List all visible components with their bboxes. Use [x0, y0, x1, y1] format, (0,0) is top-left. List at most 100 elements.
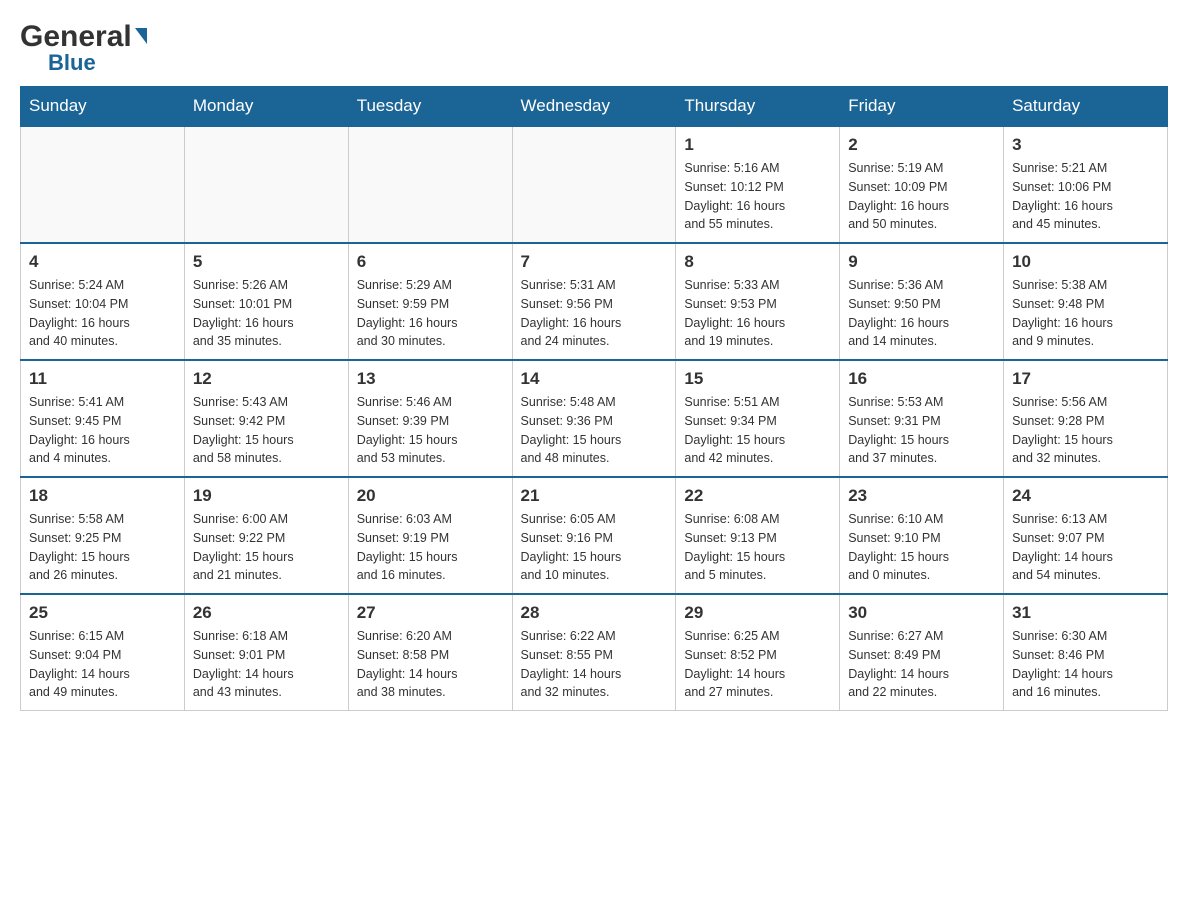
logo-general-text: General — [20, 20, 132, 54]
calendar-day-cell: 18 Sunrise: 5:58 AMSunset: 9:25 PMDayligh… — [21, 477, 185, 594]
calendar-day-cell: 5Sunrise: 5:26 AMSunset: 10:01 PMDayligh… — [184, 243, 348, 360]
day-info: Sunrise: 5:31 AMSunset: 9:56 PMDaylight:… — [521, 276, 668, 351]
day-number: 11 — [29, 369, 176, 389]
day-number: 14 — [521, 369, 668, 389]
calendar-day-cell: 26 Sunrise: 6:18 AMSunset: 9:01 PMDayligh… — [184, 594, 348, 711]
calendar-day-cell: 16 Sunrise: 5:53 AMSunset: 9:31 PMDayligh… — [840, 360, 1004, 477]
calendar-header-sunday: Sunday — [21, 86, 185, 127]
day-info: Sunrise: 5:24 AMSunset: 10:04 PMDaylight… — [29, 276, 176, 351]
day-info: Sunrise: 5:51 AMSunset: 9:34 PMDaylight:… — [684, 393, 831, 468]
calendar-week-row: 18 Sunrise: 5:58 AMSunset: 9:25 PMDayligh… — [21, 477, 1168, 594]
calendar-day-cell: 8 Sunrise: 5:33 AMSunset: 9:53 PMDaylight… — [676, 243, 840, 360]
day-number: 27 — [357, 603, 504, 623]
day-info: Sunrise: 6:13 AMSunset: 9:07 PMDaylight:… — [1012, 510, 1159, 585]
calendar-day-cell: 3 Sunrise: 5:21 AMSunset: 10:06 PMDayligh… — [1004, 127, 1168, 244]
calendar-day-cell: 28 Sunrise: 6:22 AMSunset: 8:55 PMDayligh… — [512, 594, 676, 711]
calendar-table: SundayMondayTuesdayWednesdayThursdayFrid… — [20, 86, 1168, 711]
day-number: 20 — [357, 486, 504, 506]
day-info: Sunrise: 6:15 AMSunset: 9:04 PMDaylight:… — [29, 627, 176, 702]
calendar-day-cell — [348, 127, 512, 244]
calendar-day-cell: 2 Sunrise: 5:19 AMSunset: 10:09 PMDayligh… — [840, 127, 1004, 244]
day-info: Sunrise: 6:03 AMSunset: 9:19 PMDaylight:… — [357, 510, 504, 585]
day-info: Sunrise: 5:48 AMSunset: 9:36 PMDaylight:… — [521, 393, 668, 468]
day-info: Sunrise: 6:08 AMSunset: 9:13 PMDaylight:… — [684, 510, 831, 585]
day-number: 16 — [848, 369, 995, 389]
calendar-day-cell: 31 Sunrise: 6:30 AMSunset: 8:46 PMDayligh… — [1004, 594, 1168, 711]
day-number: 26 — [193, 603, 340, 623]
day-info: Sunrise: 6:30 AMSunset: 8:46 PMDaylight:… — [1012, 627, 1159, 702]
calendar-day-cell — [184, 127, 348, 244]
day-info: Sunrise: 5:43 AMSunset: 9:42 PMDaylight:… — [193, 393, 340, 468]
day-info: Sunrise: 5:33 AMSunset: 9:53 PMDaylight:… — [684, 276, 831, 351]
day-info: Sunrise: 6:25 AMSunset: 8:52 PMDaylight:… — [684, 627, 831, 702]
calendar-day-cell: 22 Sunrise: 6:08 AMSunset: 9:13 PMDayligh… — [676, 477, 840, 594]
calendar-header-wednesday: Wednesday — [512, 86, 676, 127]
day-number: 8 — [684, 252, 831, 272]
day-number: 23 — [848, 486, 995, 506]
day-number: 1 — [684, 135, 831, 155]
calendar-day-cell: 21Sunrise: 6:05 AMSunset: 9:16 PMDayligh… — [512, 477, 676, 594]
calendar-day-cell: 6 Sunrise: 5:29 AMSunset: 9:59 PMDaylight… — [348, 243, 512, 360]
calendar-day-cell: 30Sunrise: 6:27 AMSunset: 8:49 PMDayligh… — [840, 594, 1004, 711]
day-info: Sunrise: 6:10 AMSunset: 9:10 PMDaylight:… — [848, 510, 995, 585]
calendar-week-row: 1 Sunrise: 5:16 AMSunset: 10:12 PMDayligh… — [21, 127, 1168, 244]
calendar-header-friday: Friday — [840, 86, 1004, 127]
day-number: 13 — [357, 369, 504, 389]
day-info: Sunrise: 5:16 AMSunset: 10:12 PMDaylight… — [684, 159, 831, 234]
calendar-day-cell: 1 Sunrise: 5:16 AMSunset: 10:12 PMDayligh… — [676, 127, 840, 244]
calendar-header-saturday: Saturday — [1004, 86, 1168, 127]
calendar-day-cell — [21, 127, 185, 244]
calendar-day-cell: 24Sunrise: 6:13 AMSunset: 9:07 PMDayligh… — [1004, 477, 1168, 594]
calendar-day-cell: 7 Sunrise: 5:31 AMSunset: 9:56 PMDaylight… — [512, 243, 676, 360]
day-info: Sunrise: 5:53 AMSunset: 9:31 PMDaylight:… — [848, 393, 995, 468]
day-number: 5 — [193, 252, 340, 272]
day-number: 9 — [848, 252, 995, 272]
day-info: Sunrise: 5:58 AMSunset: 9:25 PMDaylight:… — [29, 510, 176, 585]
day-number: 17 — [1012, 369, 1159, 389]
logo: General Blue — [20, 20, 147, 76]
day-info: Sunrise: 5:36 AMSunset: 9:50 PMDaylight:… — [848, 276, 995, 351]
day-number: 30 — [848, 603, 995, 623]
day-number: 15 — [684, 369, 831, 389]
calendar-day-cell: 27 Sunrise: 6:20 AMSunset: 8:58 PMDayligh… — [348, 594, 512, 711]
day-info: Sunrise: 6:05 AMSunset: 9:16 PMDaylight:… — [521, 510, 668, 585]
day-info: Sunrise: 5:21 AMSunset: 10:06 PMDaylight… — [1012, 159, 1159, 234]
day-info: Sunrise: 5:46 AMSunset: 9:39 PMDaylight:… — [357, 393, 504, 468]
calendar-day-cell — [512, 127, 676, 244]
day-number: 28 — [521, 603, 668, 623]
day-info: Sunrise: 5:38 AMSunset: 9:48 PMDaylight:… — [1012, 276, 1159, 351]
calendar-week-row: 25 Sunrise: 6:15 AMSunset: 9:04 PMDayligh… — [21, 594, 1168, 711]
calendar-day-cell: 14 Sunrise: 5:48 AMSunset: 9:36 PMDayligh… — [512, 360, 676, 477]
day-number: 3 — [1012, 135, 1159, 155]
calendar-day-cell: 25 Sunrise: 6:15 AMSunset: 9:04 PMDayligh… — [21, 594, 185, 711]
calendar-day-cell: 4Sunrise: 5:24 AMSunset: 10:04 PMDayligh… — [21, 243, 185, 360]
day-number: 22 — [684, 486, 831, 506]
day-info: Sunrise: 6:22 AMSunset: 8:55 PMDaylight:… — [521, 627, 668, 702]
day-number: 25 — [29, 603, 176, 623]
day-number: 12 — [193, 369, 340, 389]
calendar-day-cell: 29Sunrise: 6:25 AMSunset: 8:52 PMDayligh… — [676, 594, 840, 711]
day-number: 19 — [193, 486, 340, 506]
calendar-day-cell: 13 Sunrise: 5:46 AMSunset: 9:39 PMDayligh… — [348, 360, 512, 477]
calendar-day-cell: 23 Sunrise: 6:10 AMSunset: 9:10 PMDayligh… — [840, 477, 1004, 594]
day-number: 6 — [357, 252, 504, 272]
day-number: 18 — [29, 486, 176, 506]
day-info: Sunrise: 5:41 AMSunset: 9:45 PMDaylight:… — [29, 393, 176, 468]
calendar-header-row: SundayMondayTuesdayWednesdayThursdayFrid… — [21, 86, 1168, 127]
day-info: Sunrise: 5:29 AMSunset: 9:59 PMDaylight:… — [357, 276, 504, 351]
day-info: Sunrise: 6:18 AMSunset: 9:01 PMDaylight:… — [193, 627, 340, 702]
day-number: 31 — [1012, 603, 1159, 623]
calendar-day-cell: 19 Sunrise: 6:00 AMSunset: 9:22 PMDayligh… — [184, 477, 348, 594]
calendar-day-cell: 10Sunrise: 5:38 AMSunset: 9:48 PMDayligh… — [1004, 243, 1168, 360]
day-number: 2 — [848, 135, 995, 155]
calendar-header-monday: Monday — [184, 86, 348, 127]
day-info: Sunrise: 6:00 AMSunset: 9:22 PMDaylight:… — [193, 510, 340, 585]
day-number: 7 — [521, 252, 668, 272]
calendar-day-cell: 17Sunrise: 5:56 AMSunset: 9:28 PMDayligh… — [1004, 360, 1168, 477]
day-info: Sunrise: 6:20 AMSunset: 8:58 PMDaylight:… — [357, 627, 504, 702]
calendar-week-row: 11 Sunrise: 5:41 AMSunset: 9:45 PMDayligh… — [21, 360, 1168, 477]
calendar-day-cell: 15 Sunrise: 5:51 AMSunset: 9:34 PMDayligh… — [676, 360, 840, 477]
calendar-day-cell: 12 Sunrise: 5:43 AMSunset: 9:42 PMDayligh… — [184, 360, 348, 477]
day-info: Sunrise: 5:19 AMSunset: 10:09 PMDaylight… — [848, 159, 995, 234]
logo-blue-text: Blue — [48, 50, 96, 76]
